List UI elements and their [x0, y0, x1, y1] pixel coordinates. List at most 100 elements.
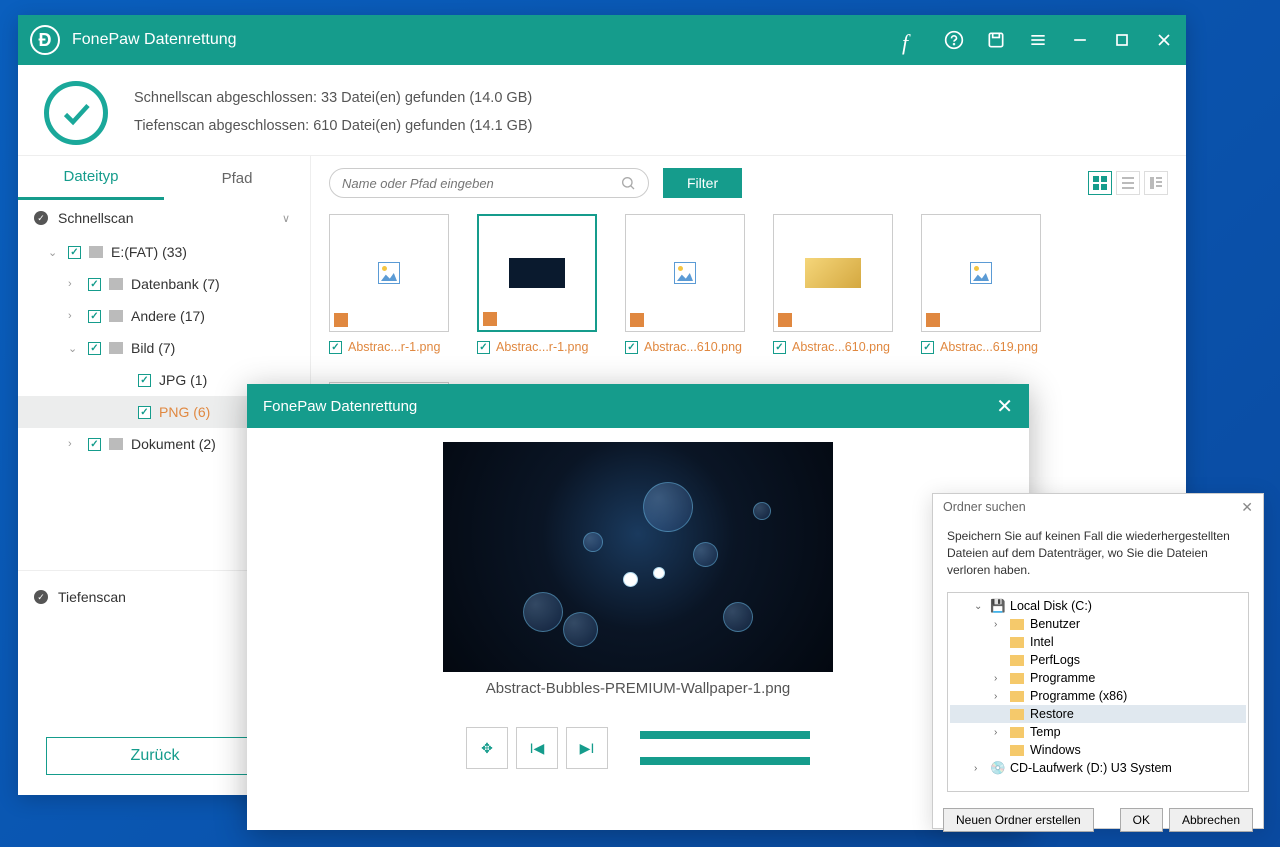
tree-item-image[interactable]: ⌄ Bild (7)	[18, 332, 310, 364]
close-icon[interactable]	[1154, 30, 1174, 50]
search-icon	[620, 175, 636, 191]
chevron-right-icon: ›	[68, 310, 80, 322]
folder-item[interactable]: ›Temp	[950, 723, 1246, 741]
folder-icon	[1010, 709, 1024, 720]
folder-icon	[109, 438, 123, 450]
save-icon[interactable]	[986, 30, 1006, 50]
chevron-down-icon: ⌄	[974, 601, 984, 612]
next-button[interactable]: ▶I	[566, 727, 608, 769]
folder-icon	[1010, 691, 1024, 702]
folder-item-selected[interactable]: Restore	[950, 705, 1246, 723]
folder-dialog-title: Ordner suchen	[943, 500, 1026, 514]
checkbox-icon[interactable]	[88, 438, 101, 451]
folder-item[interactable]: Intel	[950, 633, 1246, 651]
thumbnail-preview	[805, 258, 861, 288]
folder-icon	[1010, 745, 1024, 756]
tree-item-database[interactable]: › Datenbank (7)	[18, 268, 310, 300]
folder-item[interactable]: Windows	[950, 741, 1246, 759]
checkbox-icon[interactable]	[68, 246, 81, 259]
close-icon[interactable]: ✕	[996, 394, 1013, 419]
app-title: FonePaw Datenrettung	[72, 31, 902, 49]
grid-view-icon[interactable]	[1088, 171, 1112, 195]
image-icon	[674, 262, 696, 284]
thumbnail-item[interactable]: Abstrac...r-1.png	[477, 214, 597, 354]
folder-icon	[1010, 727, 1024, 738]
detail-view-icon[interactable]	[1144, 171, 1168, 195]
tab-path[interactable]: Pfad	[164, 156, 310, 200]
folder-titlebar: Ordner suchen ✕	[933, 494, 1263, 520]
thumbnail-item[interactable]: Abstrac...610.png	[773, 214, 893, 354]
preview-controls: ✥ I◀ ▶I	[267, 727, 1009, 769]
view-mode-toggle	[1088, 171, 1168, 195]
chevron-right-icon: ›	[974, 763, 984, 774]
search-input[interactable]	[342, 176, 620, 191]
checkbox-icon[interactable]	[921, 341, 934, 354]
checkbox-icon[interactable]	[88, 310, 101, 323]
preview-titlebar: FonePaw Datenrettung ✕	[247, 384, 1029, 428]
maximize-icon[interactable]	[1112, 30, 1132, 50]
success-check-icon	[44, 81, 108, 145]
tree-item-drive[interactable]: ⌄ E:(FAT) (33)	[18, 236, 310, 268]
checkbox-icon[interactable]	[773, 341, 786, 354]
folder-item-cd[interactable]: ›💿CD-Laufwerk (D:) U3 System	[950, 759, 1246, 777]
action-bars[interactable]	[640, 731, 810, 765]
bullet-icon	[34, 590, 48, 604]
facebook-icon[interactable]: f	[902, 30, 922, 50]
folder-item[interactable]: PerfLogs	[950, 651, 1246, 669]
minimize-icon[interactable]	[1070, 30, 1090, 50]
checkbox-icon[interactable]	[477, 341, 490, 354]
folder-browser-dialog: Ordner suchen ✕ Speichern Sie auf keinen…	[932, 493, 1264, 829]
list-view-icon[interactable]	[1116, 171, 1140, 195]
thumbnail-item[interactable]: Abstrac...610.png	[625, 214, 745, 354]
ok-button[interactable]: OK	[1120, 808, 1163, 832]
titlebar: Ð FonePaw Datenrettung f	[18, 15, 1186, 65]
folder-buttons: Neuen Ordner erstellen OK Abbrechen	[933, 798, 1263, 842]
menu-icon[interactable]	[1028, 30, 1048, 50]
tab-filetype[interactable]: Dateityp	[18, 156, 164, 200]
chevron-right-icon: ›	[68, 278, 80, 290]
status-text: Schnellscan abgeschlossen: 33 Datei(en) …	[134, 85, 532, 140]
checkbox-icon[interactable]	[625, 341, 638, 354]
disk-icon: 💾	[990, 599, 1004, 613]
chevron-down-icon: ⌄	[48, 246, 60, 259]
cancel-button[interactable]: Abbrechen	[1169, 808, 1253, 832]
filter-button[interactable]: Filter	[663, 168, 742, 198]
preview-dialog: FonePaw Datenrettung ✕ Abstract-Bubbles-…	[247, 384, 1029, 830]
search-box[interactable]	[329, 168, 649, 198]
folder-item[interactable]: ›Programme (x86)	[950, 687, 1246, 705]
folder-warning-message: Speichern Sie auf keinen Fall die wieder…	[933, 520, 1263, 586]
back-button[interactable]: Zurück	[46, 737, 264, 775]
checkbox-icon[interactable]	[138, 406, 151, 419]
bullet-icon	[34, 211, 48, 225]
checkbox-icon[interactable]	[88, 278, 101, 291]
badge-icon	[778, 313, 792, 327]
folder-icon	[109, 342, 123, 354]
folder-item[interactable]: ›Programme	[950, 669, 1246, 687]
folder-item-root[interactable]: ⌄💾Local Disk (C:)	[950, 597, 1246, 615]
toolbar: Filter	[329, 168, 1168, 198]
checkbox-icon[interactable]	[329, 341, 342, 354]
tree-section-quickscan[interactable]: Schnellscan ∨	[18, 200, 310, 236]
checkbox-icon[interactable]	[88, 342, 101, 355]
folder-tree[interactable]: ⌄💾Local Disk (C:) ›Benutzer Intel PerfLo…	[947, 592, 1249, 792]
folder-item[interactable]: ›Benutzer	[950, 615, 1246, 633]
checkbox-icon[interactable]	[138, 374, 151, 387]
new-folder-button[interactable]: Neuen Ordner erstellen	[943, 808, 1094, 832]
chevron-right-icon: ›	[994, 691, 1004, 702]
folder-icon	[1010, 655, 1024, 666]
app-logo-icon: Ð	[30, 25, 60, 55]
close-icon[interactable]: ✕	[1241, 499, 1253, 516]
prev-button[interactable]: I◀	[516, 727, 558, 769]
thumbnail-item[interactable]: Abstrac...r-1.png	[329, 214, 449, 354]
thumbnail-item[interactable]: Abstrac...619.png	[921, 214, 1041, 354]
folder-icon	[109, 278, 123, 290]
tree-item-other[interactable]: › Andere (17)	[18, 300, 310, 332]
preview-filename: Abstract-Bubbles-PREMIUM-Wallpaper-1.png	[267, 680, 1009, 697]
move-button[interactable]: ✥	[466, 727, 508, 769]
chevron-right-icon: ›	[68, 438, 80, 450]
chevron-down-icon: ⌄	[68, 342, 80, 355]
badge-icon	[926, 313, 940, 327]
help-icon[interactable]	[944, 30, 964, 50]
cd-icon: 💿	[990, 761, 1004, 775]
chevron-right-icon: ›	[994, 673, 1004, 684]
